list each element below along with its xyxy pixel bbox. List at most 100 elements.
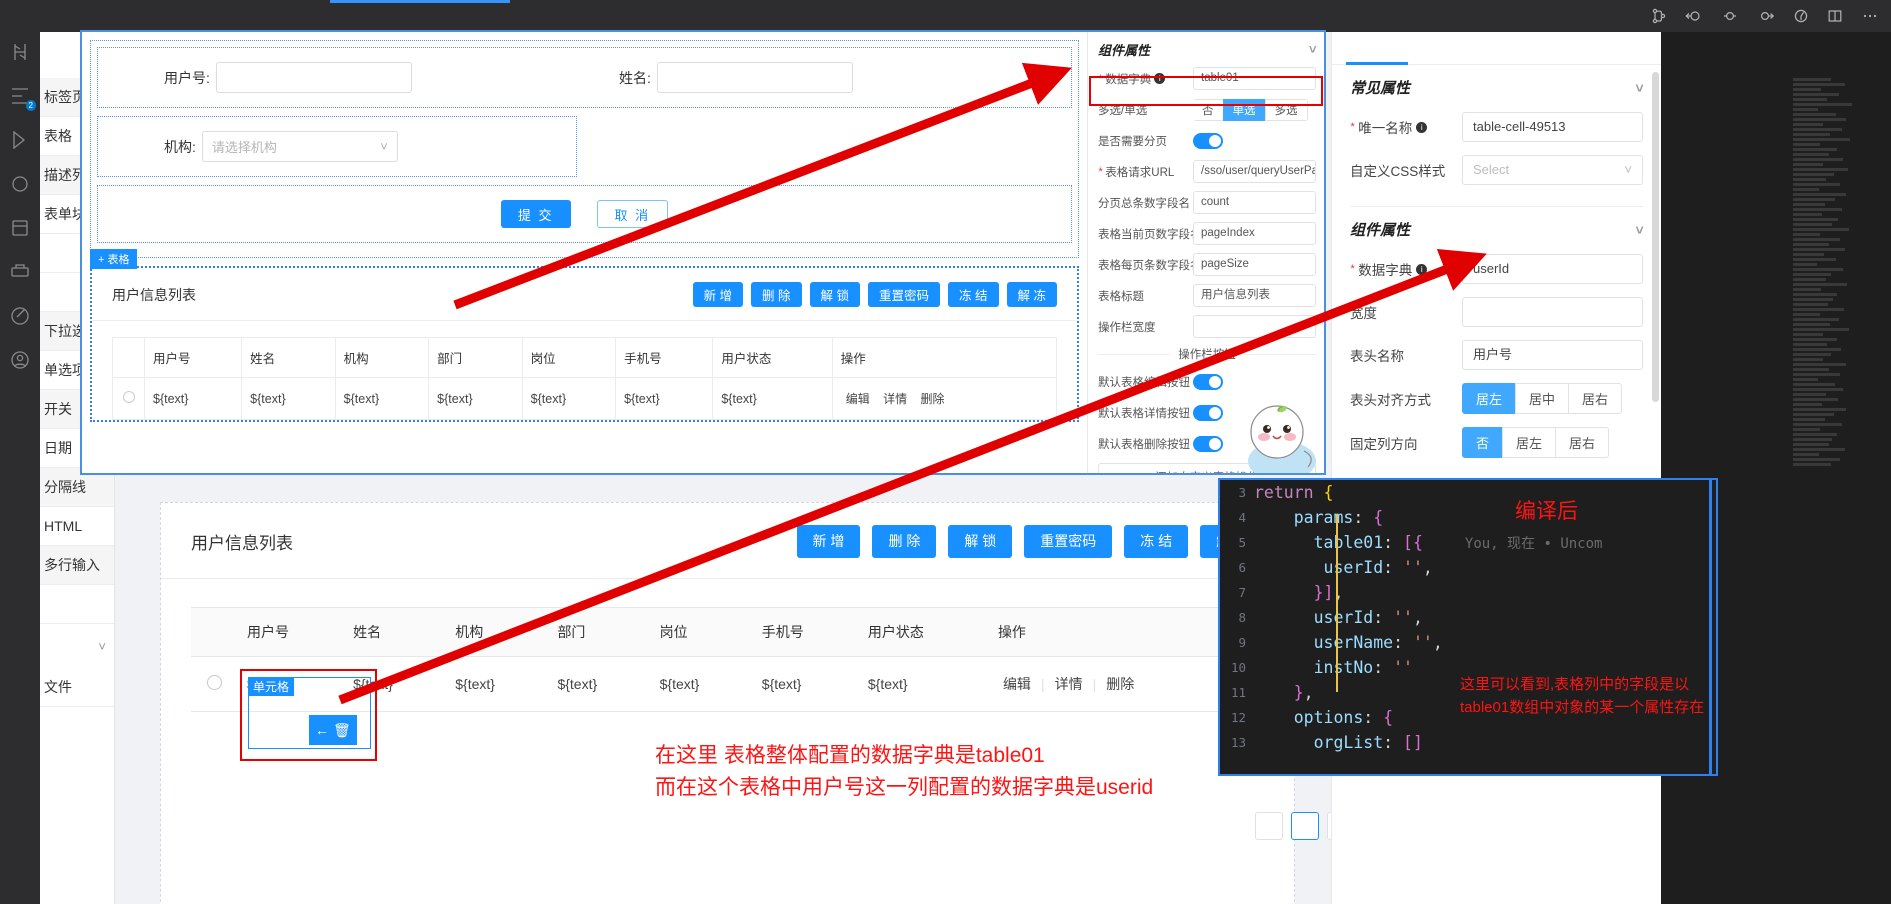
chevron-down-icon[interactable]: ˅: [1308, 42, 1316, 57]
pcell-phone[interactable]: ${text}: [615, 377, 714, 420]
debug-step-back-icon[interactable]: [1685, 8, 1703, 24]
pcell-dept[interactable]: ${text}: [428, 377, 523, 420]
pagination[interactable]: [1255, 812, 1331, 840]
align-right-option[interactable]: 居右: [1568, 383, 1623, 414]
component-properties-header[interactable]: 组件属性 ˅: [1350, 219, 1643, 240]
prop-total-field-input[interactable]: count: [1193, 191, 1316, 214]
main-table-toolbar[interactable]: 新 增 删 除 解 锁 重置密码 冻 结 解 冻: [796, 525, 1264, 558]
th-position[interactable]: 岗位: [649, 607, 752, 657]
chevron-down-icon[interactable]: ˅: [1635, 80, 1643, 96]
remote-icon[interactable]: [8, 260, 32, 284]
th-phone[interactable]: 手机号: [751, 607, 858, 657]
pcell-operations[interactable]: 编辑 详情 删除: [831, 377, 1058, 420]
preview-table-widget[interactable]: + 表格 用户信息列表 新 增 删 除 解 锁 重置密码 冻 结 解 冻 用户号…: [90, 249, 1079, 422]
add-custom-table-action-button[interactable]: 添加自定义表格操作: [1098, 463, 1316, 473]
selection-multiple-option[interactable]: 多选: [1264, 98, 1308, 121]
selection-single-option[interactable]: 单选: [1222, 98, 1266, 121]
data-dict-input[interactable]: userId: [1462, 254, 1643, 284]
field-userid-input[interactable]: [215, 62, 412, 93]
pcell-org[interactable]: ${text}: [334, 377, 430, 420]
th-username[interactable]: 姓名: [343, 607, 446, 657]
freeze-button[interactable]: 冻 结: [1124, 525, 1189, 558]
preview-detail-link[interactable]: 详情: [883, 392, 907, 406]
chevron-down-icon[interactable]: ˅: [1624, 156, 1632, 184]
preview-freeze-button[interactable]: 冻 结: [948, 282, 999, 307]
preview-delete-link[interactable]: 删除: [921, 392, 945, 406]
back-arrow-icon[interactable]: ←: [315, 723, 329, 737]
selection-none-option[interactable]: 否: [1193, 98, 1224, 121]
info-icon[interactable]: i: [1416, 121, 1428, 133]
palette-item-html[interactable]: HTML: [40, 507, 114, 546]
inspector-tabs[interactable]: [1332, 32, 1661, 65]
radio-icon[interactable]: [122, 391, 135, 403]
unique-name-input[interactable]: table-cell-49513: [1462, 112, 1643, 142]
default-detail-toggle[interactable]: [1193, 404, 1223, 421]
pagination-toggle[interactable]: [1193, 132, 1223, 149]
extensions-icon[interactable]: [8, 216, 32, 240]
prop-data-dict-input[interactable]: table01: [1193, 67, 1316, 90]
th-userid[interactable]: 用户号: [237, 607, 344, 657]
preview-table-toolbar[interactable]: 新 增 删 除 解 锁 重置密码 冻 结 解 冻: [692, 282, 1057, 307]
cell-phone[interactable]: ${text}: [751, 656, 858, 712]
debug-continue-icon[interactable]: [1793, 8, 1809, 24]
header-align-segment[interactable]: 居左 居中 居右: [1462, 383, 1623, 414]
preview-edit-link[interactable]: 编辑: [846, 392, 870, 406]
run-debug-icon[interactable]: [8, 172, 32, 196]
chevron-down-icon[interactable]: ˅: [1635, 222, 1643, 238]
width-input[interactable]: [1462, 297, 1643, 327]
field-username-input[interactable]: [656, 62, 853, 93]
prop-table-title-input[interactable]: 用户信息列表: [1193, 284, 1316, 307]
pth-dept[interactable]: 部门: [428, 337, 523, 378]
page-1[interactable]: [1291, 812, 1319, 840]
pcell-position[interactable]: ${text}: [521, 377, 617, 420]
align-center-option[interactable]: 居中: [1515, 383, 1570, 414]
selected-cell-toolbar[interactable]: ← 🗑: [309, 715, 357, 745]
custom-css-select[interactable]: Select ˅: [1462, 155, 1643, 185]
cell-org[interactable]: ${text}: [445, 656, 548, 712]
inspector-scrollbar[interactable]: [1652, 72, 1659, 402]
selection-mode-segment[interactable]: 否 单选 多选: [1193, 98, 1308, 121]
info-icon[interactable]: i: [1154, 73, 1166, 84]
pcell-status[interactable]: ${text}: [712, 377, 833, 420]
pth-position[interactable]: 岗位: [521, 337, 617, 378]
activity-bar[interactable]: 2: [0, 32, 40, 904]
palette-item-textarea[interactable]: 多行输入: [40, 546, 114, 585]
prop-op-width-input[interactable]: [1193, 315, 1316, 338]
fixed-column-segment[interactable]: 否 居左 居右: [1462, 427, 1610, 458]
debug-step-over-icon[interactable]: [1721, 8, 1739, 24]
testing-icon[interactable]: [8, 304, 32, 328]
default-delete-toggle[interactable]: [1193, 435, 1223, 452]
table-properties-header[interactable]: 组件属性 ˅: [1098, 40, 1316, 59]
preview-add-button[interactable]: 新 增: [692, 282, 744, 307]
cell-status[interactable]: ${text}: [857, 656, 988, 712]
cell-dept[interactable]: ${text}: [547, 656, 650, 712]
pth-username[interactable]: 姓名: [241, 337, 336, 378]
source-control-icon[interactable]: [1651, 8, 1667, 24]
edit-link[interactable]: 编辑: [1003, 676, 1031, 692]
source-control-icon[interactable]: [8, 128, 32, 152]
row-radio[interactable]: [191, 656, 237, 712]
pcell-userid[interactable]: ${text}: [143, 377, 243, 420]
delete-button[interactable]: 删 除: [872, 525, 937, 558]
th-status[interactable]: 用户状态: [857, 607, 988, 657]
preview-delete-button[interactable]: 删 除: [751, 282, 802, 307]
explorer-icon[interactable]: [8, 40, 32, 64]
th-dept[interactable]: 部门: [547, 607, 650, 657]
prow-radio[interactable]: [112, 377, 145, 420]
palette-item-file[interactable]: 文件: [40, 668, 114, 707]
preview-unlock-button[interactable]: 解 锁: [809, 282, 861, 307]
page-prev[interactable]: [1255, 812, 1283, 840]
th-org[interactable]: 机构: [445, 607, 548, 657]
account-icon[interactable]: [8, 348, 32, 372]
detail-link[interactable]: 详情: [1055, 676, 1083, 692]
chevron-down-icon[interactable]: ˅: [40, 624, 114, 668]
fixed-none-option[interactable]: 否: [1462, 427, 1504, 458]
preview-reset-password-button[interactable]: 重置密码: [868, 282, 941, 307]
delete-link[interactable]: 删除: [1106, 676, 1134, 692]
common-properties-header[interactable]: 常见属性 ˅: [1350, 77, 1643, 98]
pcell-username[interactable]: ${text}: [241, 377, 336, 420]
pth-org[interactable]: 机构: [334, 337, 430, 378]
title-bar-actions[interactable]: [1651, 0, 1879, 32]
submit-button[interactable]: 提 交: [500, 200, 571, 228]
fixed-left-option[interactable]: 居左: [1502, 427, 1557, 458]
